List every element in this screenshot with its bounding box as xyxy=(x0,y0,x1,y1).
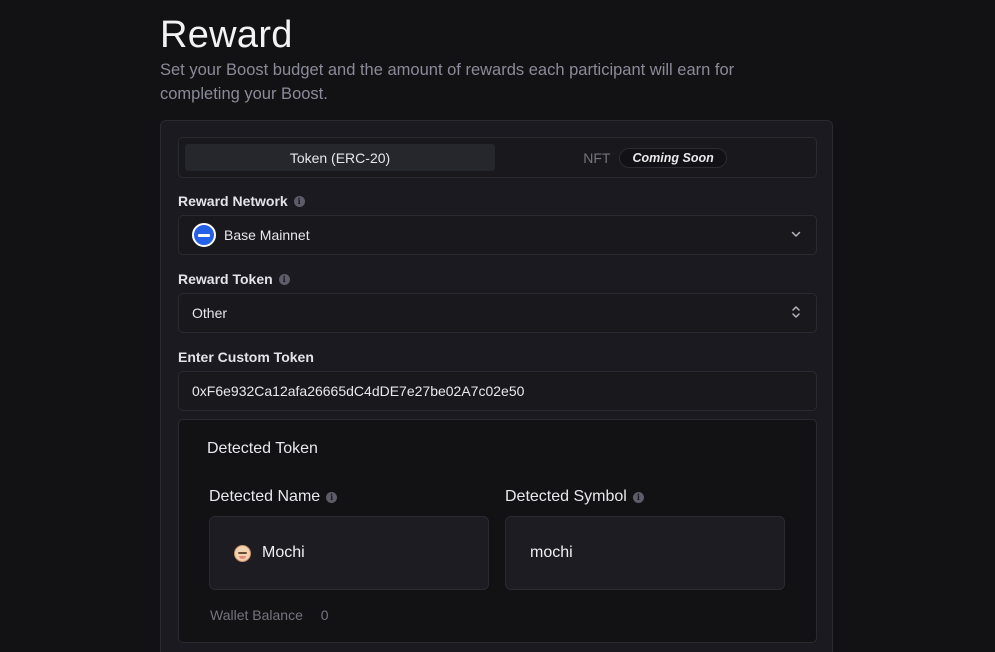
tab-token-erc20[interactable]: Token (ERC-20) xyxy=(185,144,495,171)
reward-network-label: Reward Network i xyxy=(178,193,305,209)
chevron-updown-icon xyxy=(792,306,800,318)
detected-symbol-value: mochi xyxy=(530,544,573,561)
custom-token-value: 0xF6e932Ca12afa26665dC4dDE7e27be02A7c02e… xyxy=(192,383,525,399)
detected-name-label-text: Detected Name xyxy=(209,488,321,505)
page-title: Reward xyxy=(160,14,293,56)
detected-name-box: Mochi xyxy=(209,516,489,590)
reward-network-select[interactable]: Base Mainnet xyxy=(178,215,817,255)
reward-token-label: Reward Token i xyxy=(178,271,290,287)
reward-network-value: Base Mainnet xyxy=(224,227,310,243)
detected-token-panel: Detected Token Detected Name i Mochi Det… xyxy=(178,419,817,643)
base-network-icon xyxy=(192,223,216,247)
detected-token-title: Detected Token xyxy=(207,440,318,457)
page-subtitle: Set your Boost budget and the amount of … xyxy=(160,61,735,103)
info-icon[interactable]: i xyxy=(293,195,305,207)
custom-token-label-text: Enter Custom Token xyxy=(178,349,314,365)
detected-symbol-label: Detected Symbol i xyxy=(505,488,644,506)
detected-name-label: Detected Name i xyxy=(209,488,338,506)
custom-token-input[interactable]: 0xF6e932Ca12afa26665dC4dDE7e27be02A7c02e… xyxy=(178,371,817,411)
reward-token-value: Other xyxy=(192,305,228,321)
page: Reward Set your Boost budget and the amo… xyxy=(0,0,995,652)
wallet-balance: Wallet Balance 0 xyxy=(210,607,329,623)
detected-symbol-label-text: Detected Symbol xyxy=(505,488,627,505)
coming-soon-badge: Coming Soon xyxy=(619,147,727,168)
reward-type-tabs: Token (ERC-20) NFT Coming Soon xyxy=(178,137,817,178)
reward-card: Token (ERC-20) NFT Coming Soon Reward Ne… xyxy=(160,120,833,652)
chevron-down-icon xyxy=(791,231,801,237)
reward-token-select[interactable]: Other xyxy=(178,293,817,333)
info-icon[interactable]: i xyxy=(632,491,644,503)
mochi-token-icon xyxy=(234,544,251,562)
tab-nft: NFT Coming Soon xyxy=(499,144,811,171)
wallet-balance-label: Wallet Balance xyxy=(210,607,303,623)
detected-name-value: Mochi xyxy=(262,544,305,561)
reward-network-label-text: Reward Network xyxy=(178,193,288,209)
custom-token-label: Enter Custom Token xyxy=(178,349,314,365)
info-icon[interactable]: i xyxy=(326,491,338,503)
info-icon[interactable]: i xyxy=(278,273,290,285)
wallet-balance-value: 0 xyxy=(320,607,329,623)
reward-token-label-text: Reward Token xyxy=(178,271,273,287)
detected-symbol-box: mochi xyxy=(505,516,785,590)
tab-token-label: Token (ERC-20) xyxy=(289,149,391,166)
tab-nft-label: NFT xyxy=(583,149,611,166)
